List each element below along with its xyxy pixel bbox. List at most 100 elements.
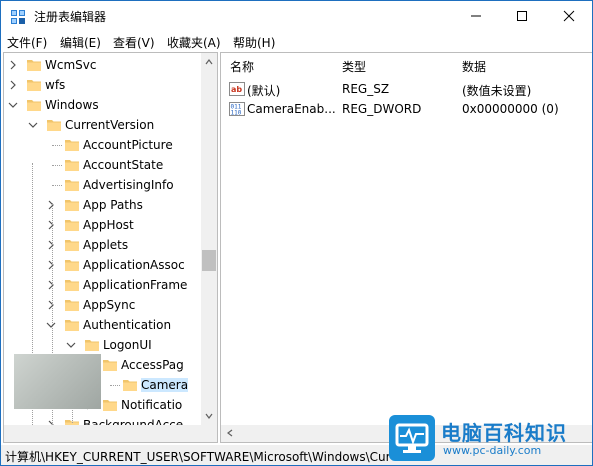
svg-text:110: 110 [231, 110, 242, 117]
tree-item-label: WcmSvc [45, 58, 97, 72]
menu-favorites[interactable]: 收藏夹(A) [167, 34, 221, 51]
folder-icon [65, 240, 79, 251]
tree-item[interactable]: App Paths [4, 195, 200, 215]
folder-icon [65, 140, 79, 151]
chevron-right-icon[interactable] [46, 260, 56, 270]
menu-help[interactable]: 帮助(H) [233, 34, 275, 51]
chevron-down-icon[interactable] [8, 100, 18, 110]
tree-connector [52, 145, 62, 146]
maximize-icon [517, 11, 527, 21]
tree-item[interactable]: ApplicationAssoc [4, 255, 200, 275]
menu-view[interactable]: 查看(V) [113, 34, 155, 51]
title-bar: 注册表编辑器 [1, 1, 592, 31]
watermark-url: www.pc-daily.com [443, 444, 542, 457]
tree-item[interactable]: AppSync [4, 295, 200, 315]
column-header-name[interactable]: 名称 [230, 58, 254, 75]
tree-item-label: CurrentVersion [65, 118, 155, 132]
current-key-path: 计算机\HKEY_CURRENT_USER\SOFTWARE\Microsoft… [5, 450, 391, 464]
chevron-down-icon[interactable] [66, 340, 76, 350]
tree-item[interactable]: CurrentVersion [4, 115, 200, 135]
chevron-right-icon[interactable] [46, 300, 56, 310]
tree-item-label: wfs [45, 78, 66, 92]
scroll-down-icon[interactable] [205, 412, 213, 420]
string-value-icon: ab [229, 82, 245, 96]
tree-item-label: LogonUI [103, 338, 152, 352]
tree-item[interactable]: AppHost [4, 215, 200, 235]
tree-item[interactable]: AccountState [4, 155, 200, 175]
menu-bar: 文件(F) 编辑(E) 查看(V) 收藏夹(A) 帮助(H) [1, 31, 592, 51]
registry-editor-window: 注册表编辑器 文件(F) 编辑(E) 查看(V) 收藏夹(A) 帮助(H) Wc… [0, 0, 593, 466]
values-list-pane[interactable]: 名称 类型 数据 ab (默认) REG_SZ (数值未设置) 011 110 … [220, 52, 592, 443]
tree-item[interactable]: wfs [4, 75, 200, 95]
folder-icon [65, 160, 79, 171]
tree-item[interactable]: LogonUI [4, 335, 200, 355]
column-header-type[interactable]: 类型 [342, 58, 366, 75]
tree-item[interactable]: Windows [4, 95, 200, 115]
scroll-left-icon[interactable] [226, 429, 234, 437]
tree-item[interactable]: WcmSvc [4, 55, 200, 75]
chevron-right-icon[interactable] [46, 220, 56, 230]
tree-item-label: Authentication [83, 318, 172, 332]
monitor-pulse-icon [395, 423, 429, 453]
tree-connector [52, 165, 62, 166]
site-watermark: 电脑百科知识 www.pc-daily.com [383, 413, 591, 463]
chevron-right-icon[interactable] [46, 240, 56, 250]
tree-item[interactable]: AccountPicture [4, 135, 200, 155]
tree-item-label: ApplicationAssoc [83, 258, 185, 272]
tree-item[interactable]: ApplicationFrame [4, 275, 200, 295]
value-type: REG_DWORD [342, 102, 422, 116]
tree-item[interactable]: AdvertisingInfo [4, 175, 200, 195]
minimize-icon [471, 15, 481, 17]
chevron-right-icon[interactable] [8, 60, 18, 70]
tree-item-label: AppHost [83, 218, 134, 232]
folder-icon [27, 80, 41, 91]
close-button[interactable] [546, 1, 592, 31]
binary-value-icon: 011 110 [229, 102, 245, 117]
tree-item-label: AccountState [83, 158, 164, 172]
folder-icon [65, 280, 79, 291]
scroll-up-icon[interactable] [205, 58, 213, 66]
chevron-right-icon[interactable] [46, 200, 56, 210]
folder-icon [65, 320, 79, 331]
tree-item-label: Notificatio [121, 398, 183, 412]
maximize-button[interactable] [499, 1, 545, 31]
tree-item-label: Applets [83, 238, 129, 252]
tree-item-label: Windows [45, 98, 99, 112]
folder-icon [27, 60, 41, 71]
tree-item[interactable]: Applets [4, 235, 200, 255]
tree-item-label: AccessPag [121, 358, 184, 372]
tree-vertical-scrollbar[interactable] [201, 53, 217, 425]
folder-icon [65, 260, 79, 271]
tree-item-label: App Paths [83, 198, 143, 212]
value-name: CameraEnab... [247, 102, 336, 116]
value-row[interactable]: ab (默认) REG_SZ (数值未设置) [221, 79, 591, 99]
tree-item-label: AdvertisingInfo [83, 178, 174, 192]
watermark-logo [389, 415, 435, 461]
column-header-data[interactable]: 数据 [462, 58, 486, 75]
value-row[interactable]: 011 110 CameraEnab... REG_DWORD 0x000000… [221, 99, 591, 119]
tree-scroll-thumb[interactable] [202, 250, 216, 271]
menu-edit[interactable]: 编辑(E) [60, 34, 101, 51]
chevron-down-icon[interactable] [46, 320, 56, 330]
chevron-down-icon[interactable] [28, 120, 38, 130]
minimize-button[interactable] [453, 1, 499, 31]
value-name: (默认) [247, 84, 281, 98]
window-title: 注册表编辑器 [34, 10, 107, 24]
folder-icon [103, 400, 117, 411]
folder-icon [65, 220, 79, 231]
folder-icon [65, 180, 79, 191]
scrollbar-corner [201, 425, 217, 442]
tree-item-label: AccountPicture [83, 138, 173, 152]
tree-horizontal-scrollbar[interactable] [4, 425, 201, 442]
folder-icon [85, 340, 99, 351]
chevron-right-icon[interactable] [46, 280, 56, 290]
folder-icon [47, 120, 61, 131]
folder-icon [27, 100, 41, 111]
folder-icon [103, 360, 117, 371]
chevron-right-icon[interactable] [8, 80, 18, 90]
tree-item[interactable]: Authentication [4, 315, 200, 335]
svg-text:ab: ab [231, 85, 242, 94]
menu-file[interactable]: 文件(F) [7, 34, 47, 51]
tree-item-label: ApplicationFrame [83, 278, 188, 292]
folder-icon [65, 300, 79, 311]
